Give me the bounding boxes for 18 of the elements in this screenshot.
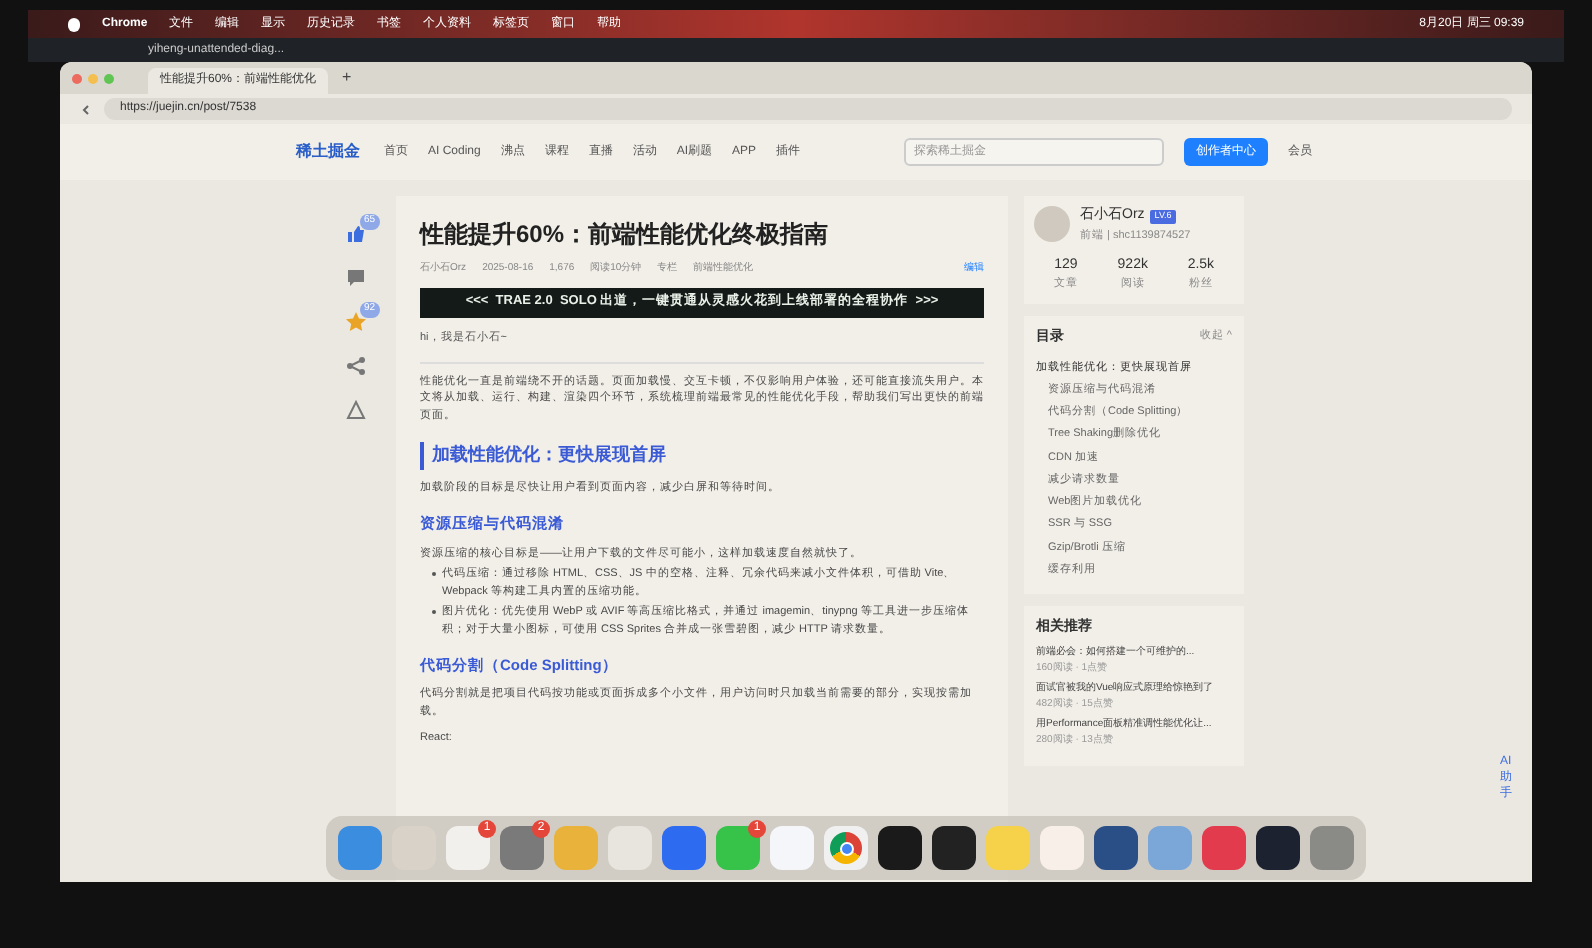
warning-icon[interactable] — [346, 400, 366, 420]
zoom-button[interactable] — [104, 73, 114, 83]
app-icon[interactable] — [932, 826, 976, 870]
site-logo[interactable]: 稀土掘金 — [296, 140, 360, 164]
thumbs-up-icon[interactable] — [346, 224, 366, 244]
app-icon[interactable] — [1094, 826, 1138, 870]
article-title: 性能提升60%：前端性能优化终极指南 — [420, 218, 831, 252]
star-icon[interactable] — [346, 312, 366, 332]
app-icon[interactable] — [878, 826, 922, 870]
share-icon[interactable] — [346, 356, 366, 376]
section-heading: 加载性能优化：更快展现首屏 — [420, 442, 984, 470]
comment-icon[interactable] — [346, 268, 366, 288]
apple-icon[interactable] — [68, 17, 80, 31]
browser-app-icon[interactable] — [824, 826, 868, 870]
close-button[interactable] — [72, 73, 82, 83]
avatar[interactable] — [1034, 206, 1070, 243]
app-icon[interactable] — [1256, 826, 1300, 870]
new-tab-button[interactable]: + — [342, 66, 352, 90]
